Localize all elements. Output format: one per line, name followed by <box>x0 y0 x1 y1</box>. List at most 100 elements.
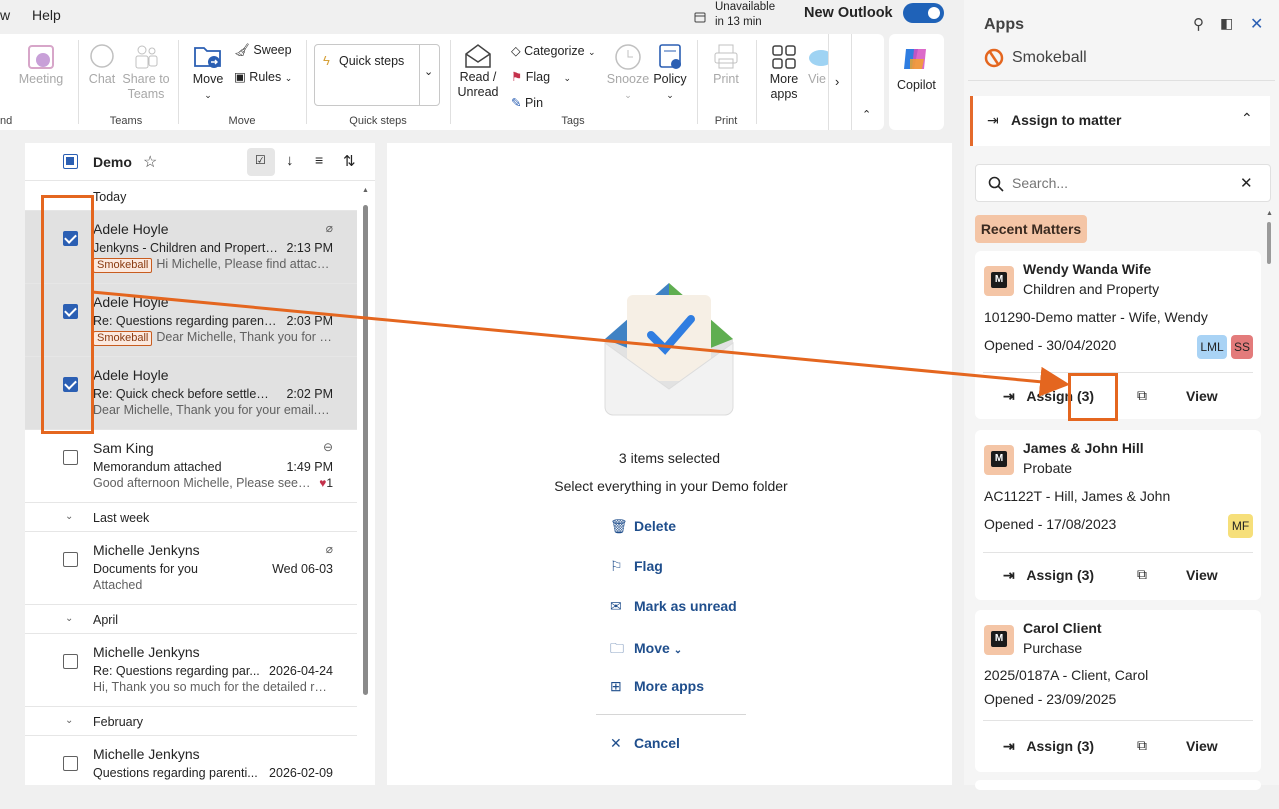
section-title: February <box>93 715 144 729</box>
chevron-down-icon: ⌄ <box>65 715 74 726</box>
meeting-button[interactable]: Meeting <box>14 42 68 87</box>
matter-search[interactable]: ✕ <box>975 164 1271 202</box>
tags-group-label: Tags <box>561 115 585 127</box>
matter-name[interactable]: James & John Hill <box>1023 440 1144 456</box>
more-apps-button[interactable]: More apps <box>764 42 804 102</box>
more-apps-action[interactable]: ⊞ More apps <box>610 678 704 695</box>
matter-opened: Opened - 30/04/2020 <box>984 337 1117 353</box>
section-title: Last week <box>93 511 150 525</box>
assign-button[interactable]: ⇥ Assign (3) <box>1003 567 1094 584</box>
view-button[interactable]: Vie <box>806 42 828 87</box>
categorize-button[interactable]: ◇ Categorize ⌄ <box>511 43 596 58</box>
highlight-assign-button <box>1068 373 1118 421</box>
search-icon <box>988 176 1004 192</box>
list-scrollbar[interactable] <box>363 205 368 695</box>
matter-name[interactable]: Wendy Wanda Wife <box>1023 261 1151 277</box>
copilot-button[interactable]: Copilot <box>889 34 944 130</box>
calendar-icon <box>694 12 706 23</box>
quick-steps-label: Quick steps <box>339 54 405 68</box>
ribbon-group-fragment: nd <box>0 115 13 127</box>
select-all-link[interactable]: Select everything in your Demo folder <box>387 478 955 494</box>
rules-label: Rules <box>249 70 282 84</box>
view-button[interactable]: View <box>1186 567 1218 583</box>
help-menu[interactable]: Help <box>32 7 61 23</box>
close-icon[interactable]: ✕ <box>1250 14 1263 34</box>
matter-icon <box>984 266 1014 296</box>
pin-icon[interactable]: ⚲ <box>1193 15 1204 33</box>
search-input[interactable] <box>1012 173 1232 193</box>
arrow-down-icon[interactable]: ↓ <box>286 152 294 169</box>
subject: Re: Quick check before settleme... <box>93 387 278 401</box>
categorize-label: Categorize <box>524 44 585 58</box>
open-external-icon[interactable]: ⧉ <box>1137 566 1147 583</box>
sweep-button[interactable]: 🧹︎ Sweep <box>234 43 292 58</box>
policy-label: Policy <box>653 72 687 86</box>
read-unread-button[interactable]: Read / Unread <box>455 42 501 100</box>
list-item[interactable]: Michelle Jenkyns Re: Questions regarding… <box>25 634 357 707</box>
pin-button[interactable]: ✎ Pin <box>511 95 543 110</box>
reaction-badge[interactable]: ♥1 <box>319 476 333 490</box>
flag-action[interactable]: ⚐ Flag <box>610 558 663 575</box>
cancel-action[interactable]: ✕ Cancel <box>610 735 680 752</box>
print-button[interactable]: Print <box>706 42 746 87</box>
list-item[interactable]: Michelle Jenkyns Questions regarding par… <box>25 736 357 809</box>
sender: Adele Hoyle <box>93 294 169 310</box>
move-label: Move <box>192 72 224 86</box>
chat-button[interactable]: Chat <box>82 42 122 87</box>
view-button[interactable]: View <box>1186 388 1218 404</box>
preview: Dear Michelle, Thank you for your email.… <box>93 403 333 417</box>
item-checkbox[interactable] <box>63 450 78 465</box>
select-mode-button[interactable]: ☑ <box>247 148 275 176</box>
star-icon[interactable]: ☆ <box>143 152 157 172</box>
presence-status[interactable]: Unavailable in 13 min <box>694 0 784 30</box>
sort-icon[interactable]: ⇅ <box>343 152 356 170</box>
chevron-up-icon[interactable]: ⌃ <box>1241 110 1253 127</box>
dock-panel-icon[interactable]: ◧ <box>1220 15 1233 32</box>
apps-scrollbar[interactable] <box>1267 222 1271 264</box>
collapse-ribbon-chevron-icon[interactable]: ⌃ <box>862 108 871 121</box>
section-header[interactable]: ⌄ February <box>25 708 357 736</box>
read-unread-label-2: Unread <box>457 85 499 99</box>
chevron-down-icon[interactable]: ⌄ <box>424 65 433 78</box>
share-to-teams-button[interactable]: Share to Teams <box>120 42 172 102</box>
section-header[interactable]: ⌄ Last week <box>25 504 357 532</box>
item-checkbox[interactable] <box>63 552 78 567</box>
item-checkbox[interactable] <box>63 654 78 669</box>
assign-to-matter-header[interactable]: ⇥ Assign to matter ⌃ <box>970 96 1270 146</box>
snooze-button[interactable]: Snooze ⌄ <box>606 42 650 103</box>
ribbon-scroll-right[interactable]: › <box>828 34 852 130</box>
list-item[interactable]: Sam King ⊖ Memorandum attached 1:49 PM G… <box>25 430 357 503</box>
move-group-label: Move <box>228 115 256 127</box>
scroll-up-icon[interactable]: ▲ <box>362 187 369 194</box>
matter-ref: 101290-Demo matter - Wife, Wendy <box>984 309 1208 325</box>
policy-button[interactable]: Policy ⌄ <box>650 42 690 103</box>
flag-button[interactable]: ⚑ Flag ⌄ <box>511 69 571 84</box>
open-external-icon[interactable]: ⧉ <box>1137 737 1147 754</box>
envelope-icon: ✉ <box>610 598 622 614</box>
teams-group-label: Teams <box>109 115 143 127</box>
rules-button[interactable]: ▣ Rules ⌄ <box>234 69 292 84</box>
quick-steps-gallery[interactable]: ϟ Quick steps ⌄ <box>314 44 440 106</box>
mark-unread-action[interactable]: ✉ Mark as unread <box>610 598 737 615</box>
section-header[interactable]: ⌄ April <box>25 606 357 634</box>
scroll-up-icon[interactable]: ▲ <box>1266 210 1273 217</box>
preview: Hi, Thank you so much for the detailed r… <box>93 680 333 694</box>
assign-arrow-icon: ⇥ <box>1003 388 1015 404</box>
clear-search-icon[interactable]: ✕ <box>1240 174 1253 192</box>
open-external-icon[interactable]: ⧉ <box>1137 387 1147 404</box>
time: 2026-02-09 <box>269 766 333 780</box>
menu-fragment[interactable]: w <box>0 7 10 23</box>
item-checkbox[interactable] <box>63 756 78 771</box>
filter-icon[interactable]: ≡ <box>315 152 323 168</box>
move-button[interactable]: Move ⌄ <box>186 42 230 103</box>
select-all-checkbox[interactable] <box>63 154 78 169</box>
new-outlook-toggle[interactable] <box>903 3 944 23</box>
view-button[interactable]: View <box>1186 738 1218 754</box>
assign-button[interactable]: ⇥ Assign (3) <box>1003 738 1094 755</box>
attachment-icon: ⌀ <box>325 542 333 556</box>
matter-name[interactable]: Carol Client <box>1023 620 1102 636</box>
list-item[interactable]: Michelle Jenkyns ⌀ Documents for you Wed… <box>25 532 357 605</box>
matter-card <box>975 780 1261 790</box>
move-action[interactable]: 🗀︎ Move ⌄ <box>610 638 682 662</box>
delete-action[interactable]: 🗑︎ Delete <box>610 518 676 535</box>
